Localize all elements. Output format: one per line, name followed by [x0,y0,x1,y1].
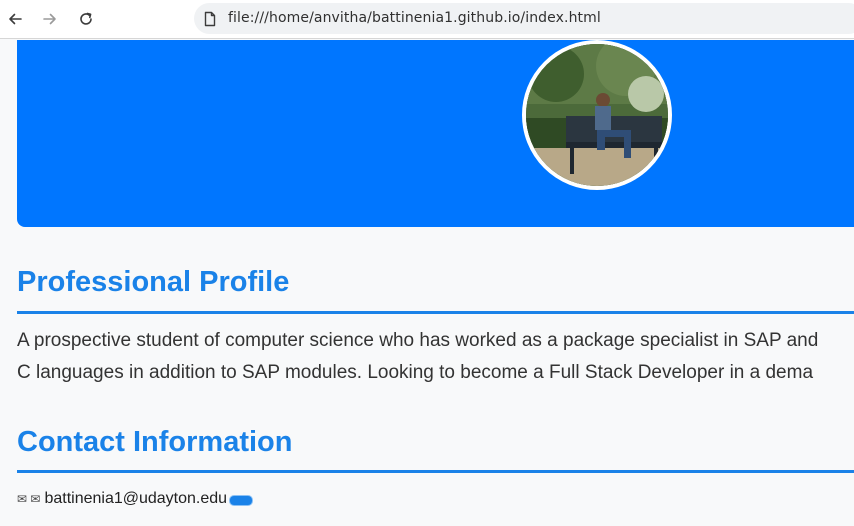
forward-button[interactable] [37,7,63,31]
contact-heading: Contact Information [17,426,293,458]
profile-photo [526,44,668,186]
contact-email-row: ✉ ✉ battinenia1@udayton.edu [17,490,254,508]
back-arrow-icon [9,13,22,25]
file-icon [204,11,216,27]
back-button[interactable] [2,7,28,31]
copy-button[interactable] [229,495,254,506]
address-bar[interactable]: file:///home/anvitha/battinenia1.github.… [194,3,854,34]
browser-toolbar: file:///home/anvitha/battinenia1.github.… [0,0,854,39]
email-link[interactable]: battinenia1@udayton.edu [44,490,227,508]
page-content: Professional Profile A prospective stude… [0,40,854,526]
contact-divider [17,470,854,473]
profile-divider [17,311,854,314]
reload-icon [80,12,92,25]
avatar [522,40,672,190]
profile-line-2: C languages in addition to SAP modules. … [17,362,814,383]
reload-button[interactable] [73,7,99,31]
profile-heading: Professional Profile [17,266,290,298]
profile-text: A prospective student of computer scienc… [17,325,854,389]
envelope-icon: ✉ ✉ [17,492,41,506]
hero-banner [17,40,854,227]
url-text[interactable]: file:///home/anvitha/battinenia1.github.… [228,10,601,26]
profile-line-1: A prospective student of computer scienc… [17,330,819,351]
forward-arrow-icon [43,13,56,25]
